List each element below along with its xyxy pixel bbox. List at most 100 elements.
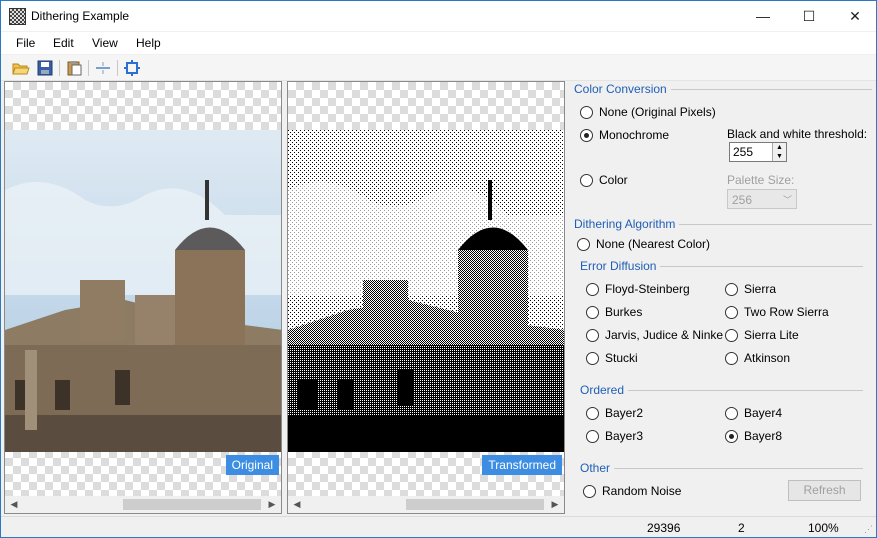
radio-dot[interactable] [586,305,599,319]
scroll-thumb[interactable] [406,499,544,510]
radio-label: Burkes [605,305,643,319]
main-window: Dithering Example — ☐ ✕ File Edit View H… [0,0,877,538]
radio-label: Sierra Lite [744,328,799,342]
radio-two-row-sierra[interactable]: Two Row Sierra [725,305,829,319]
dithering-algorithm-title: Dithering Algorithm [574,217,680,231]
radio-dot[interactable] [725,429,738,443]
threshold-input[interactable] [730,143,770,161]
save-disk-icon[interactable] [35,58,55,78]
radio-dot[interactable] [580,173,593,187]
radio-dot[interactable] [725,282,738,296]
radio-dot[interactable] [725,305,738,319]
menu-file[interactable]: File [16,36,35,50]
maximize-button[interactable]: ☐ [786,1,832,31]
transformed-image-panel: Transformed ◀ ▶ [287,81,565,514]
original-hscrollbar[interactable]: ◀ ▶ [5,496,281,513]
status-bar: 29396 2 100% ⋰ [1,516,876,537]
radio-none-original[interactable]: None (Original Pixels) [580,105,716,119]
toolbar-separator [59,60,60,76]
radio-dot[interactable] [586,429,599,443]
fit-screen-icon[interactable] [122,58,142,78]
spinner-buttons[interactable]: ▲ ▼ [772,143,786,161]
group-divider [581,468,863,469]
radio-label: Jarvis, Judice & Ninke [605,328,724,342]
scroll-thumb[interactable] [123,499,261,510]
radio-label: Stucki [605,351,638,365]
radio-bayer2[interactable]: Bayer2 [586,406,643,420]
radio-dot[interactable] [586,282,599,296]
scroll-left-icon[interactable]: ◀ [290,498,304,511]
original-photo [5,130,281,452]
radio-sierra-lite[interactable]: Sierra Lite [725,328,799,342]
radio-dot[interactable] [725,406,738,420]
menu-bar: File Edit View Help [1,32,876,54]
refresh-button[interactable]: Refresh [788,480,861,501]
transformed-hscrollbar[interactable]: ◀ ▶ [288,496,564,513]
radio-jarvis[interactable]: Jarvis, Judice & Ninke [586,328,723,342]
menu-help[interactable]: Help [136,36,161,50]
radio-bayer4[interactable]: Bayer4 [725,406,782,420]
radio-dot[interactable] [586,406,599,420]
toolbar-separator [88,60,89,76]
radio-dot[interactable] [580,105,593,119]
radio-dot[interactable] [586,328,599,342]
radio-label: Random Noise [602,484,682,498]
resize-grip-icon[interactable]: ⋰ [864,524,873,535]
scroll-right-icon[interactable]: ▶ [548,498,562,511]
paste-icon[interactable] [64,58,84,78]
radio-burkes[interactable]: Burkes [586,305,642,319]
radio-none-nearest[interactable]: None (Nearest Color) [577,237,710,251]
radio-dot[interactable] [580,128,593,142]
radio-stucki[interactable]: Stucki [586,351,638,365]
split-view-icon[interactable] [93,58,113,78]
radio-dot[interactable] [583,484,596,498]
spin-up-icon[interactable]: ▲ [773,143,786,152]
app-icon [9,8,26,25]
radio-color[interactable]: Color [580,173,628,187]
scroll-right-icon[interactable]: ▶ [265,498,279,511]
radio-monochrome[interactable]: Monochrome [580,128,669,142]
toolbar-separator [117,60,118,76]
other-title: Other [580,461,615,475]
radio-floyd-steinberg[interactable]: Floyd-Steinberg [586,282,690,296]
radio-label: Monochrome [599,128,670,142]
radio-dot[interactable] [725,328,738,342]
radio-label: Atkinson [744,351,791,365]
color-conversion-title: Color Conversion [574,82,671,96]
toolbar [1,55,876,81]
radio-label: Floyd-Steinberg [605,282,690,296]
ordered-title: Ordered [580,383,629,397]
threshold-spinner[interactable]: ▲ ▼ [729,142,787,162]
radio-atkinson[interactable]: Atkinson [725,351,790,365]
transformed-photo [288,130,564,452]
transformed-canvas: Transformed [288,82,564,497]
open-folder-icon[interactable] [11,58,31,78]
radio-label: Sierra [744,282,777,296]
radio-label: Bayer8 [744,429,783,443]
threshold-label: Black and white threshold: [727,127,868,141]
radio-dot[interactable] [577,237,590,251]
menu-view[interactable]: View [92,36,118,50]
radio-dot[interactable] [586,351,599,365]
close-button[interactable]: ✕ [832,1,877,31]
spin-down-icon[interactable]: ▼ [773,152,786,161]
radio-label: Bayer4 [744,406,783,420]
radio-bayer8[interactable]: Bayer8 [725,429,782,443]
scroll-left-icon[interactable]: ◀ [7,498,21,511]
menu-edit[interactable]: Edit [53,36,74,50]
radio-random-noise[interactable]: Random Noise [583,484,681,498]
radio-label: Two Row Sierra [744,305,829,319]
radio-label: Color [599,173,628,187]
radio-dot[interactable] [725,351,738,365]
status-zoom: 100% [808,521,839,535]
chevron-down-icon: ﹀ [782,195,792,205]
palette-size-select[interactable]: 256 ﹀ [727,189,797,209]
palette-size-value: 256 [732,193,753,207]
status-color-count: 29396 [647,521,681,535]
radio-sierra[interactable]: Sierra [725,282,776,296]
minimize-button[interactable]: — [740,1,786,31]
radio-label: Bayer3 [605,429,644,443]
radio-bayer3[interactable]: Bayer3 [586,429,643,443]
transformed-label: Transformed [482,455,562,475]
palette-size-label: Palette Size: [727,173,795,187]
